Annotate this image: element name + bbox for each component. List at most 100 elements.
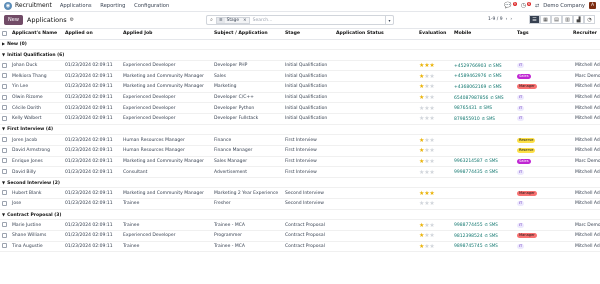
row-checkbox[interactable] xyxy=(2,147,7,153)
search-input[interactable]: Search... xyxy=(253,18,385,23)
sms-button[interactable]: ✆ SMS xyxy=(488,63,501,68)
recruiter[interactable]: Mitchell Admin xyxy=(573,190,600,196)
company-name[interactable]: Demo Company xyxy=(543,3,585,9)
star-icon[interactable]: ★ xyxy=(429,83,434,90)
pager-value[interactable]: 1-9 / 9 xyxy=(488,17,503,22)
recruiter[interactable]: Mitchell Admin xyxy=(573,63,600,69)
evaluation-stars[interactable]: ★★★ xyxy=(419,94,435,101)
recruiter[interactable]: Mitchell Admin xyxy=(573,243,600,249)
caret-right-icon[interactable]: ▶ xyxy=(2,41,5,46)
row-checkbox[interactable] xyxy=(2,73,7,79)
activity-clock-icon[interactable]: ◷ xyxy=(521,2,526,9)
group-row[interactable]: ▶ New (0) xyxy=(0,39,600,51)
gear-icon[interactable]: ⚙ xyxy=(70,17,74,23)
recruiter[interactable]: Mitchell Admin xyxy=(573,105,600,111)
mobile-number[interactable]: 654087987856 xyxy=(454,96,488,101)
mobile-number[interactable]: 9998774435 xyxy=(454,170,483,175)
star-icon[interactable]: ★ xyxy=(429,158,434,165)
sms-button[interactable]: ✆ SMS xyxy=(485,243,498,248)
menu-applications[interactable]: Applications xyxy=(60,3,92,9)
chat-icon[interactable]: 💬 xyxy=(504,2,511,9)
mobile-number[interactable]: 879855910 xyxy=(454,117,480,122)
caret-down-icon[interactable]: ▼ xyxy=(2,180,5,185)
evaluation-stars[interactable]: ★★★ xyxy=(419,83,435,90)
table-row[interactable]: David Billy 01/23/2024 02:09:11 Consulta… xyxy=(0,166,600,178)
evaluation-stars[interactable]: ★★★ xyxy=(419,115,435,122)
table-row[interactable]: Melkiora Thang 01/23/2024 02:09:11 Marke… xyxy=(0,70,600,83)
table-row[interactable]: Tina Augustie 01/23/2024 02:09:11 Traine… xyxy=(0,241,600,253)
star-icon[interactable]: ★ xyxy=(429,147,434,154)
table-row[interactable]: Enrique Jones 01/23/2024 02:09:11 Market… xyxy=(0,156,600,168)
applicant-name[interactable]: Johan Duck xyxy=(10,60,63,72)
caret-down-icon[interactable]: ▼ xyxy=(2,126,5,131)
sms-button[interactable]: ✆ SMS xyxy=(482,116,495,121)
sms-button[interactable]: ✆ SMS xyxy=(488,73,501,78)
applicant-name[interactable]: Olwin Rizome xyxy=(10,92,63,104)
mobile-number[interactable]: 9898745745 xyxy=(454,244,483,249)
mobile-number[interactable]: +4368062169 xyxy=(454,85,486,90)
pager-next-icon[interactable]: › xyxy=(510,17,512,22)
col-name[interactable]: Applicant's Name xyxy=(10,29,63,40)
applicant-name[interactable]: Marie Justine xyxy=(10,219,63,232)
remove-facet-icon[interactable]: × xyxy=(241,18,249,23)
group-row[interactable]: ▼ First Interview (4) xyxy=(0,124,600,136)
table-row[interactable]: Joren Jacob 01/23/2024 02:09:11 Human Re… xyxy=(0,134,600,146)
table-row[interactable]: David Armstrong 01/23/2024 02:09:11 Huma… xyxy=(0,145,600,157)
row-checkbox[interactable] xyxy=(2,62,7,68)
search-options-toggle[interactable]: ▾ xyxy=(385,16,393,24)
applicant-name[interactable]: David Billy xyxy=(10,166,63,178)
table-row[interactable]: Shane Williams 01/23/2024 02:09:11 Exper… xyxy=(0,230,600,242)
star-icon[interactable]: ★ xyxy=(429,73,434,80)
menu-reporting[interactable]: Reporting xyxy=(100,3,125,9)
evaluation-stars[interactable]: ★★★ xyxy=(419,169,435,176)
group-row[interactable]: ▼ Initial Qualification (6) xyxy=(0,49,600,61)
pager-prev-icon[interactable]: ‹ xyxy=(506,17,508,22)
recruiter[interactable]: Marc Demo xyxy=(573,158,600,164)
pivot-view-icon[interactable]: ▥ xyxy=(562,15,573,24)
col-tags[interactable]: Tags xyxy=(515,29,571,40)
applicant-name[interactable]: Shane Williams xyxy=(10,230,63,242)
star-icon[interactable]: ★ xyxy=(429,222,434,229)
recruiter[interactable]: Mitchell Admin xyxy=(573,95,600,101)
evaluation-stars[interactable]: ★★★ xyxy=(419,147,435,154)
star-icon[interactable]: ★ xyxy=(429,169,434,176)
row-checkbox[interactable] xyxy=(2,94,7,100)
recruiter[interactable]: Mitchell Admin xyxy=(573,84,600,90)
applicant-name[interactable]: Melkiora Thang xyxy=(10,70,63,83)
select-all-checkbox[interactable] xyxy=(2,30,7,36)
search-icon[interactable]: ⌕ xyxy=(207,16,216,24)
new-button[interactable]: New xyxy=(4,15,23,25)
col-status[interactable]: Application Status xyxy=(334,29,417,40)
sms-button[interactable]: ✆ SMS xyxy=(479,105,492,110)
row-checkbox[interactable] xyxy=(2,83,7,89)
col-recruiter[interactable]: Recruiter xyxy=(571,29,600,40)
sms-button[interactable]: ✆ SMS xyxy=(485,158,498,163)
evaluation-stars[interactable]: ★★★ xyxy=(419,200,435,207)
evaluation-stars[interactable]: ★★★ xyxy=(419,190,435,197)
row-checkbox[interactable] xyxy=(2,169,7,174)
evaluation-stars[interactable]: ★★★ xyxy=(419,137,435,144)
row-checkbox[interactable] xyxy=(2,137,7,143)
row-checkbox[interactable] xyxy=(2,243,7,249)
recruiter[interactable]: Mitchell Admin xyxy=(573,148,600,154)
applicant-name[interactable]: Hubert Blank xyxy=(10,187,63,200)
table-row[interactable]: Marie Justine 01/23/2024 02:09:11 Traine… xyxy=(0,219,600,232)
col-evaluation[interactable]: Evaluation xyxy=(417,29,452,40)
table-row[interactable]: Yin Lee 01/23/2024 02:09:11 Marketing an… xyxy=(0,81,600,93)
recruiter[interactable]: Mitchell Admin xyxy=(573,169,600,175)
table-row[interactable]: Cécile Dorith 01/23/2024 02:09:11 Experi… xyxy=(0,102,600,114)
applicant-name[interactable]: Joren Jacob xyxy=(10,134,63,146)
row-checkbox[interactable] xyxy=(2,158,7,164)
evaluation-stars[interactable]: ★★★ xyxy=(419,62,435,69)
mobile-number[interactable]: 9988774455 xyxy=(454,223,483,228)
row-checkbox[interactable] xyxy=(2,190,7,196)
evaluation-stars[interactable]: ★★★ xyxy=(419,73,435,80)
recruitment-app-icon[interactable]: ◉ xyxy=(4,1,12,10)
app-name[interactable]: Recruitment xyxy=(15,2,52,9)
recruiter[interactable]: Mitchell Admin xyxy=(573,201,600,207)
star-icon[interactable]: ★ xyxy=(429,243,434,250)
mobile-number[interactable]: +4529766903 xyxy=(454,64,486,69)
sms-button[interactable]: ✆ SMS xyxy=(485,222,498,227)
mobile-number[interactable]: +4589462976 xyxy=(454,74,486,79)
applicant-name[interactable]: Tina Augustie xyxy=(10,241,63,253)
